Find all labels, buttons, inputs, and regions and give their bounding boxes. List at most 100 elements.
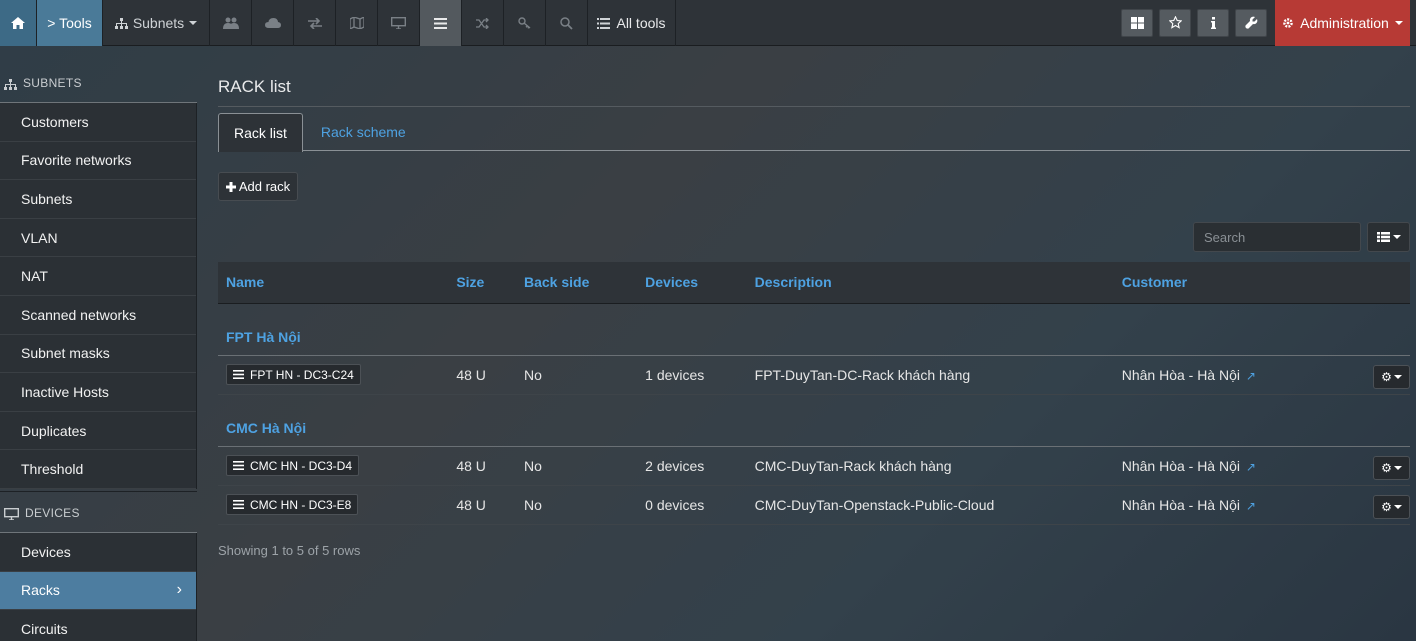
subnets-menu[interactable]: Subnets bbox=[103, 0, 210, 46]
add-rack-button[interactable]: Add rack bbox=[218, 172, 298, 201]
group-label: FPT Hà Nội bbox=[218, 303, 1410, 356]
sidebar-item-favorite-networks[interactable]: Favorite networks bbox=[0, 141, 196, 181]
sidebar-item-scanned-networks[interactable]: Scanned networks bbox=[0, 295, 196, 335]
column-header-size[interactable]: Size bbox=[448, 262, 516, 304]
monitor-tool-button[interactable] bbox=[378, 0, 420, 46]
cogs-icon: ⚙ bbox=[1381, 461, 1392, 475]
list-icon bbox=[597, 17, 611, 29]
favorites-button[interactable] bbox=[1159, 8, 1191, 37]
back-side-cell: No bbox=[515, 485, 638, 525]
map-icon bbox=[349, 17, 364, 29]
sidebar-item-nat[interactable]: NAT bbox=[0, 257, 196, 296]
column-header-actions bbox=[1356, 262, 1410, 304]
administration-label: Administration bbox=[1300, 14, 1389, 31]
description-cell: CMC-DuyTan-Openstack-Public-Cloud bbox=[746, 485, 1114, 525]
external-link-icon[interactable]: ↗ bbox=[1246, 499, 1256, 513]
sidebar-item-devices[interactable]: Devices bbox=[0, 532, 196, 572]
th-large-icon bbox=[1130, 16, 1144, 29]
settings-wrench-button[interactable] bbox=[1235, 8, 1267, 37]
sidebar-item-duplicates[interactable]: Duplicates bbox=[0, 411, 196, 451]
all-tools-label: All tools bbox=[616, 15, 666, 31]
group-row: FPT Hà Nội bbox=[218, 303, 1410, 356]
home-button[interactable] bbox=[0, 0, 37, 46]
row-actions-button[interactable]: ⚙ bbox=[1372, 456, 1410, 480]
back-side-cell: No bbox=[515, 355, 638, 395]
sidebar-item-vlan[interactable]: VLAN bbox=[0, 218, 196, 258]
users-tool-button[interactable] bbox=[210, 0, 252, 46]
dashboard-button[interactable] bbox=[1121, 8, 1153, 37]
all-tools-button[interactable]: All tools bbox=[588, 0, 676, 46]
tools-button[interactable]: > Tools bbox=[37, 0, 103, 46]
sidebar-item-customers[interactable]: Customers bbox=[0, 103, 196, 142]
sidebar-item-inactive-hosts[interactable]: Inactive Hosts bbox=[0, 373, 196, 412]
caret-down-icon bbox=[1393, 375, 1402, 379]
row-actions-button[interactable]: ⚙ bbox=[1372, 495, 1410, 519]
size-cell: 48 U bbox=[448, 446, 516, 486]
caret-down-icon bbox=[1392, 235, 1401, 239]
exchange-tool-button[interactable] bbox=[294, 0, 336, 46]
customer-cell: Nhân Hòa - Hà Nội ↗ bbox=[1113, 446, 1357, 486]
sidebar-item-threshold[interactable]: Threshold bbox=[0, 450, 196, 489]
rack-link[interactable]: CMC HN - DC3-D4 bbox=[226, 455, 359, 476]
sidebar-item-subnet-masks[interactable]: Subnet masks bbox=[0, 334, 196, 374]
column-header-name[interactable]: Name bbox=[218, 262, 449, 304]
random-icon bbox=[475, 17, 489, 29]
cogs-icon: ⚙ bbox=[1381, 500, 1392, 514]
rack-name-cell: CMC HN - DC3-E8 bbox=[218, 485, 449, 525]
search-tool-button[interactable] bbox=[546, 0, 588, 46]
sidebar-subnets-list: Customers Favorite networks Subnets VLAN… bbox=[0, 103, 197, 489]
external-link-icon[interactable]: ↗ bbox=[1246, 369, 1256, 383]
desktop-icon bbox=[4, 507, 19, 520]
cog-icon bbox=[1283, 17, 1293, 28]
bars-icon bbox=[233, 461, 244, 470]
rack-link[interactable]: FPT HN - DC3-C24 bbox=[226, 364, 361, 385]
info-button[interactable] bbox=[1197, 8, 1229, 37]
rack-name: CMC HN - DC3-D4 bbox=[250, 458, 352, 473]
column-header-customer[interactable]: Customer bbox=[1113, 262, 1357, 304]
external-link-icon[interactable]: ↗ bbox=[1246, 460, 1256, 474]
table-header-row: Name Size Back side Devices Description … bbox=[218, 262, 1410, 304]
customer-link[interactable]: Nhân Hòa - Hà Nội bbox=[1122, 497, 1240, 513]
caret-down-icon bbox=[1393, 466, 1402, 470]
rack-link[interactable]: CMC HN - DC3-E8 bbox=[226, 494, 359, 515]
row-actions-button[interactable]: ⚙ bbox=[1372, 365, 1410, 389]
sidebar-item-circuits[interactable]: Circuits bbox=[0, 610, 196, 641]
columns-toggle-button[interactable] bbox=[1367, 222, 1410, 252]
caret-down-icon bbox=[189, 21, 198, 25]
actions-cell: ⚙ bbox=[1356, 485, 1410, 525]
back-side-cell: No bbox=[515, 446, 638, 486]
sidebar-item-subnets[interactable]: Subnets bbox=[0, 180, 196, 219]
devices-cell: 0 devices bbox=[637, 485, 747, 525]
size-cell: 48 U bbox=[448, 355, 516, 395]
customer-link[interactable]: Nhân Hòa - Hà Nội bbox=[1122, 458, 1240, 474]
bars-icon bbox=[233, 370, 244, 379]
rack-name: FPT HN - DC3-C24 bbox=[250, 367, 354, 382]
subnets-label: Subnets bbox=[132, 15, 185, 31]
sidebar-heading-label: SUBNETS bbox=[23, 76, 82, 90]
exchange-icon bbox=[307, 17, 322, 29]
column-header-description[interactable]: Description bbox=[746, 262, 1114, 304]
map-tool-button[interactable] bbox=[336, 0, 378, 46]
tabs: Rack list Rack scheme bbox=[218, 113, 1410, 152]
bars-icon bbox=[434, 17, 447, 29]
random-tool-button[interactable] bbox=[462, 0, 504, 46]
sitemap-icon bbox=[4, 79, 17, 90]
search-input[interactable] bbox=[1193, 222, 1361, 252]
info-icon bbox=[1210, 16, 1216, 29]
cloud-tool-button[interactable] bbox=[252, 0, 294, 46]
column-header-devices[interactable]: Devices bbox=[637, 262, 747, 304]
table-row: CMC HN - DC3-D4 48 U No 2 devices CMC-Du… bbox=[218, 446, 1410, 486]
column-header-back-side[interactable]: Back side bbox=[515, 262, 638, 304]
key-tool-button[interactable] bbox=[504, 0, 546, 46]
list-tool-button[interactable] bbox=[420, 0, 462, 46]
group-row: CMC Hà Nội bbox=[218, 394, 1410, 447]
administration-menu[interactable]: Administration bbox=[1275, 0, 1410, 46]
customer-link[interactable]: Nhân Hòa - Hà Nội bbox=[1122, 367, 1240, 383]
tab-rack-list[interactable]: Rack list bbox=[218, 113, 303, 152]
desktop-icon bbox=[391, 17, 406, 29]
sidebar: SUBNETS Customers Favorite networks Subn… bbox=[0, 47, 197, 641]
sidebar-heading-devices: DEVICES bbox=[0, 490, 197, 533]
sidebar-item-label: Racks bbox=[21, 582, 60, 599]
sidebar-item-racks[interactable]: Racks › bbox=[0, 571, 196, 611]
tab-rack-scheme[interactable]: Rack scheme bbox=[303, 113, 421, 150]
